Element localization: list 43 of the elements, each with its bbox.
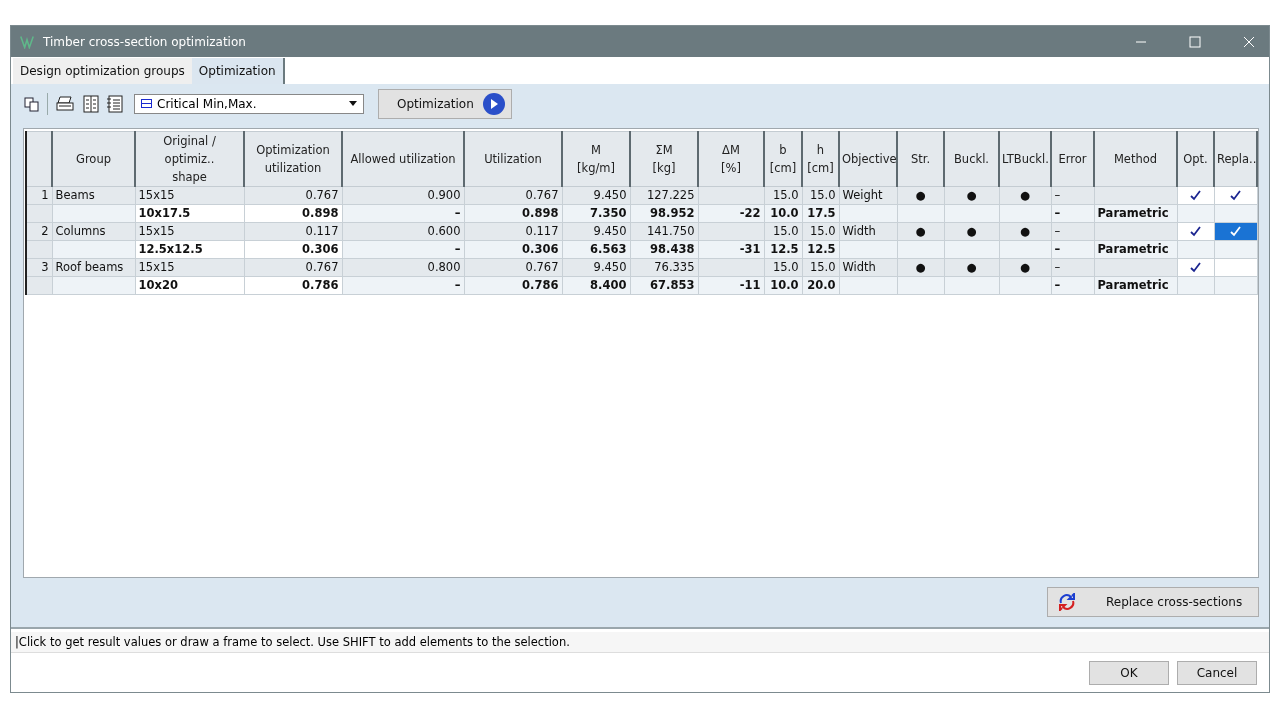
column-header[interactable]: Optimization utilization <box>244 131 342 187</box>
play-icon <box>483 92 505 115</box>
cancel-button[interactable]: Cancel <box>1177 660 1257 685</box>
ok-button[interactable]: OK <box>1089 660 1169 685</box>
column-header[interactable]: Utilization <box>464 131 562 187</box>
check-icon <box>1230 225 1241 237</box>
column-header[interactable]: Objective <box>839 131 897 187</box>
close-icon[interactable] <box>1243 35 1255 48</box>
report-icon[interactable] <box>106 94 124 113</box>
check-icon <box>1190 189 1201 201</box>
tab[interactable]: Optimization <box>191 57 285 84</box>
refresh-icon <box>1058 592 1076 611</box>
column-header[interactable]: Method <box>1094 131 1177 187</box>
check-icon <box>1190 225 1201 237</box>
column-header[interactable]: Str. <box>897 131 944 187</box>
table-icon <box>141 99 152 109</box>
column-header[interactable]: Buckl. <box>944 131 999 187</box>
column-header[interactable]: LTBuckl. <box>999 131 1051 187</box>
column-header[interactable]: ΣM [kg] <box>630 131 698 187</box>
check-icon <box>1190 261 1201 273</box>
column-header[interactable]: Allowed utilization <box>342 131 464 187</box>
column-header[interactable]: Repla.. <box>1214 131 1257 187</box>
column-header[interactable]: h [cm] <box>802 131 839 187</box>
column-header[interactable]: ΔM [%] <box>698 131 764 187</box>
column-header[interactable]: b [cm] <box>764 131 802 187</box>
app-logo-icon <box>19 34 35 49</box>
column-header[interactable]: Opt. <box>1177 131 1214 187</box>
columns-icon[interactable] <box>82 94 100 113</box>
column-header[interactable]: Error <box>1051 131 1094 187</box>
check-icon <box>1230 189 1241 201</box>
printer-icon[interactable] <box>54 94 76 113</box>
optimization-button[interactable]: Optimization <box>378 88 512 119</box>
column-header[interactable]: M [kg/m] <box>562 131 630 187</box>
result-dropdown[interactable]: Critical Min,Max. <box>134 93 364 114</box>
caret-icon <box>349 101 357 107</box>
status-text: |Click to get result values or draw a frame to select. Use SHIFT to add elements to the selection. <box>11 631 1269 653</box>
window-title: Timber cross-section optimization <box>43 34 247 49</box>
maximize-icon[interactable] <box>1189 35 1201 48</box>
column-header[interactable]: Group <box>52 131 135 187</box>
copy-icon[interactable] <box>23 94 41 113</box>
replace-cross-sections-button[interactable]: Replace cross-sections <box>1047 586 1259 617</box>
column-header[interactable]: Original / optimiz.. shape <box>135 131 244 187</box>
tab[interactable]: Design optimization groups <box>13 57 192 84</box>
